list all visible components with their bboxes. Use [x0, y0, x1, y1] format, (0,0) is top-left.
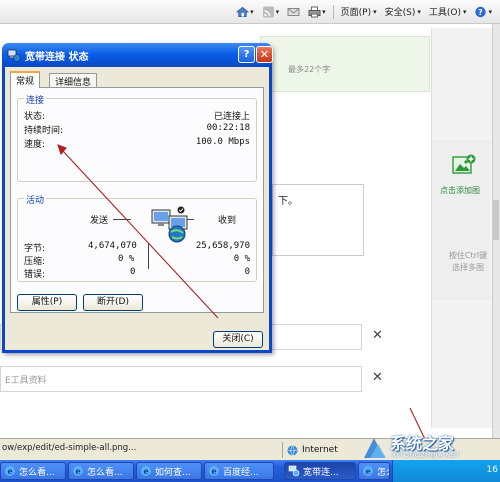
tab-general[interactable]: 常规 — [10, 71, 41, 88]
mail-button[interactable] — [283, 3, 304, 21]
remove-row-icon[interactable]: ✕ — [372, 370, 383, 385]
network-connection-icon — [288, 465, 300, 477]
toolbar-separator — [332, 4, 334, 19]
bytes-label: 字节: — [24, 244, 46, 254]
connection-status-dialog: 宽带连接 状态 ? ✕ 常规 详细信息 连接 状态: 已连接上 持续时间: 00… — [2, 43, 273, 353]
received-label: 收到 — [218, 216, 237, 226]
multi-select-hint: 按住Ctrl键选择多图 — [448, 251, 488, 272]
title-length-hint: 最多22个字 — [288, 65, 331, 74]
svg-text:e: e — [365, 466, 370, 476]
safety-menu[interactable]: 安全(S) ▾ — [381, 3, 425, 21]
compression-received-value: 0 % — [233, 254, 250, 264]
tools-menu[interactable]: 工具(O) ▾ — [425, 3, 471, 21]
taskbar-button[interactable]: e 怎么看... — [0, 462, 66, 480]
svg-text:e: e — [7, 466, 12, 476]
home-icon — [236, 6, 250, 17]
bytes-received-value: 25,658,970 — [195, 241, 250, 251]
network-activity-icon — [151, 206, 188, 243]
duration-label: 持续时间: — [24, 126, 64, 136]
ie-icon: e — [5, 466, 15, 476]
bytes-sent-value: 4,674,070 — [88, 241, 137, 251]
svg-text:e: e — [211, 466, 216, 476]
status-value: 已连接上 — [213, 112, 250, 122]
help-button[interactable]: ? — [238, 46, 255, 63]
speed-value: 100.0 Mbps — [195, 137, 250, 147]
taskbar-button[interactable]: e 怎么看... — [358, 462, 390, 480]
clock[interactable]: 16 — [487, 465, 498, 475]
taskbar-button-label: 如何查... — [155, 467, 191, 478]
page-menu[interactable]: 页面(P) ▾ — [337, 3, 381, 21]
taskbar-button[interactable]: e 百度经... — [204, 462, 274, 480]
security-zone: Internet — [282, 442, 338, 458]
activity-group-title: 活动 — [24, 193, 47, 206]
help-button[interactable]: ? ▾ — [470, 3, 496, 21]
remove-row-icon[interactable]: ✕ — [372, 328, 383, 343]
svg-text:e: e — [75, 466, 80, 476]
taskbar-button-active[interactable]: 宽带连... — [284, 462, 356, 480]
disconnect-button[interactable]: 断开(D) — [83, 294, 143, 311]
compression-label: 压缩: — [24, 257, 46, 267]
globe-icon — [287, 444, 298, 456]
browser-command-bar: ▾ ▾ ▾ 页面(P) ▾ 安全(S) ▾ 工具(O) ▾ ? ▾ — [0, 0, 500, 24]
errors-received-value: 0 — [244, 267, 250, 277]
ie-icon: e — [363, 466, 373, 476]
connection-group: 连接 状态: 已连接上 持续时间: 00:22:18 速度: 100.0 Mbp… — [17, 93, 257, 182]
speed-label: 速度: — [24, 140, 46, 150]
mail-icon — [287, 7, 300, 16]
close-icon[interactable]: ✕ — [256, 46, 273, 63]
add-image-label[interactable]: 点击添加图 — [440, 185, 480, 196]
safety-menu-label: 安全(S) — [384, 8, 416, 18]
taskbar-button-label: 怎么看... — [87, 467, 123, 478]
duration-value: 00:22:18 — [206, 123, 250, 133]
close-button[interactable]: 关闭(C) — [213, 331, 263, 348]
tool-input-row[interactable]: E工具资料 — [0, 366, 362, 392]
watermark-subtext: XITONGZHIJIA.NET — [392, 451, 460, 459]
ie-icon: e — [73, 466, 83, 476]
svg-text:e: e — [143, 466, 148, 476]
editor-text-fragment: 下。 — [278, 196, 298, 207]
help-icon: ? — [475, 6, 487, 17]
ie-icon: e — [141, 466, 151, 476]
print-button[interactable]: ▾ — [304, 3, 330, 21]
print-icon — [308, 6, 321, 17]
compression-sent-value: 0 % — [118, 254, 135, 264]
ie-icon: e — [209, 466, 219, 476]
taskbar-button[interactable]: e 怎么看... — [68, 462, 134, 480]
svg-text:?: ? — [479, 8, 484, 17]
general-tab-panel: 连接 状态: 已连接上 持续时间: 00:22:18 速度: 100.0 Mbp… — [10, 87, 264, 313]
errors-label: 错误: — [24, 270, 46, 280]
page-scroll-thumb[interactable] — [493, 200, 499, 240]
taskbar-button-label: 宽带连... — [303, 467, 339, 478]
sent-line — [113, 219, 131, 220]
activity-group: 活动 发送 收到 字节: 4,674,070 25,658,970 压缩: 0 … — [17, 193, 257, 282]
properties-button[interactable]: 属性(P) — [17, 294, 77, 311]
add-image-icon[interactable] — [452, 154, 476, 178]
dialog-title-bar[interactable]: 宽带连接 状态 — [2, 43, 272, 67]
tools-menu-label: 工具(O) — [428, 8, 461, 18]
taskbar-button[interactable]: e 如何查... — [136, 462, 202, 480]
status-label: 状态: — [24, 112, 46, 122]
feeds-button[interactable]: ▾ — [258, 3, 284, 21]
taskbar-button-label: 百度经... — [223, 467, 259, 478]
tool-input-placeholder: E工具资料 — [5, 376, 47, 386]
status-url: ow/exp/edit/ed-simple-all.png... — [2, 443, 137, 453]
dialog-title: 宽带连接 状态 — [25, 51, 89, 63]
feeds-icon — [262, 6, 274, 17]
activity-divider — [148, 243, 149, 269]
errors-sent-value: 0 — [130, 267, 136, 277]
security-zone-label: Internet — [302, 445, 338, 455]
taskbar-button-label: 怎么看... — [377, 467, 389, 478]
title-input-area[interactable] — [260, 36, 430, 92]
taskbar-button-label: 怎么看... — [19, 467, 55, 478]
network-connection-icon — [7, 49, 21, 62]
connection-group-title: 连接 — [24, 93, 47, 106]
home-button[interactable]: ▾ — [232, 3, 258, 21]
page-menu-label: 页面(P) — [340, 8, 372, 18]
sent-label: 发送 — [90, 216, 109, 226]
